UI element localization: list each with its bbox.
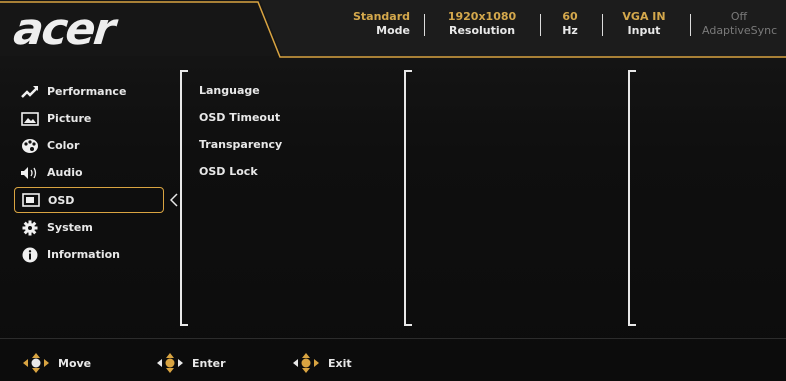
header-bar: acer Standard Mode 1920x1080 Resolution … [0,0,786,60]
status-separator [540,14,541,36]
speaker-icon [20,165,40,181]
status-resolution-value: 1920x1080 [447,10,517,23]
performance-icon [20,84,40,100]
footer-exit: Exit [292,352,352,374]
footer-exit-label: Exit [328,356,352,370]
status-adaptivesync-value: Off [730,10,748,23]
menu-item-label: Picture [47,112,92,125]
submenu-item-language[interactable]: Language [199,84,282,111]
osd-icon [21,192,41,208]
status-mode-label: Mode [376,24,410,37]
palette-icon [20,138,40,154]
status-mode: Standard Mode [352,10,410,38]
info-icon [20,247,40,263]
status-resolution-label: Resolution [448,24,516,37]
dpad-move-icon [23,353,49,373]
selection-pointer-icon [170,193,178,207]
dpad-enter-icon [157,353,183,373]
footer-bar: Move Enter Exit [0,344,786,381]
submenu-bracket [180,70,188,326]
menu-item-system[interactable]: System [14,214,164,241]
status-adaptivesync: Off AdaptiveSync [702,10,778,38]
menu-item-color[interactable]: Color [14,132,164,159]
footer-divider [0,338,786,339]
values-bracket [628,70,636,326]
status-mode-value: Standard [352,10,410,23]
menu-item-label: OSD [48,193,75,207]
menu-item-label: Performance [47,85,127,98]
menu-item-audio[interactable]: Audio [14,159,164,186]
gear-icon [20,220,40,236]
footer-move: Move [22,352,91,374]
footer-move-label: Move [58,356,92,370]
menu-item-label: Color [47,139,80,152]
footer-enter: Enter [156,352,226,374]
status-separator [424,14,425,36]
dpad-exit-icon [293,353,319,373]
menu-item-label: System [47,221,93,234]
options-bracket [404,70,412,326]
status-refresh-label: Hz [562,24,578,37]
main-menu: Performance Picture Color Audio OSD Syst… [14,78,164,268]
acer-logo: acer [11,4,117,55]
submenu-item-osd-lock[interactable]: OSD Lock [199,165,282,192]
picture-icon [20,111,40,127]
menu-item-performance[interactable]: Performance [14,78,164,105]
menu-item-osd[interactable]: OSD [14,187,164,213]
osd-screen: acer Standard Mode 1920x1080 Resolution … [0,0,786,381]
status-separator [690,14,691,36]
status-input: VGA IN Input [616,10,672,38]
menu-item-information[interactable]: Information [14,241,164,268]
footer-enter-label: Enter [192,356,226,370]
status-refresh: 60 Hz [555,10,585,38]
status-adaptivesync-label: AdaptiveSync [702,24,778,37]
osd-submenu: Language OSD Timeout Transparency OSD Lo… [199,84,282,192]
status-resolution: 1920x1080 Resolution [442,10,522,38]
menu-item-picture[interactable]: Picture [14,105,164,132]
submenu-item-osd-timeout[interactable]: OSD Timeout [199,111,282,138]
submenu-item-transparency[interactable]: Transparency [199,138,282,165]
status-input-label: Input [627,24,661,37]
status-separator [602,14,603,36]
menu-item-label: Information [47,248,120,261]
status-refresh-value: 60 [562,10,578,23]
menu-item-label: Audio [47,166,83,179]
status-input-value: VGA IN [622,10,666,23]
